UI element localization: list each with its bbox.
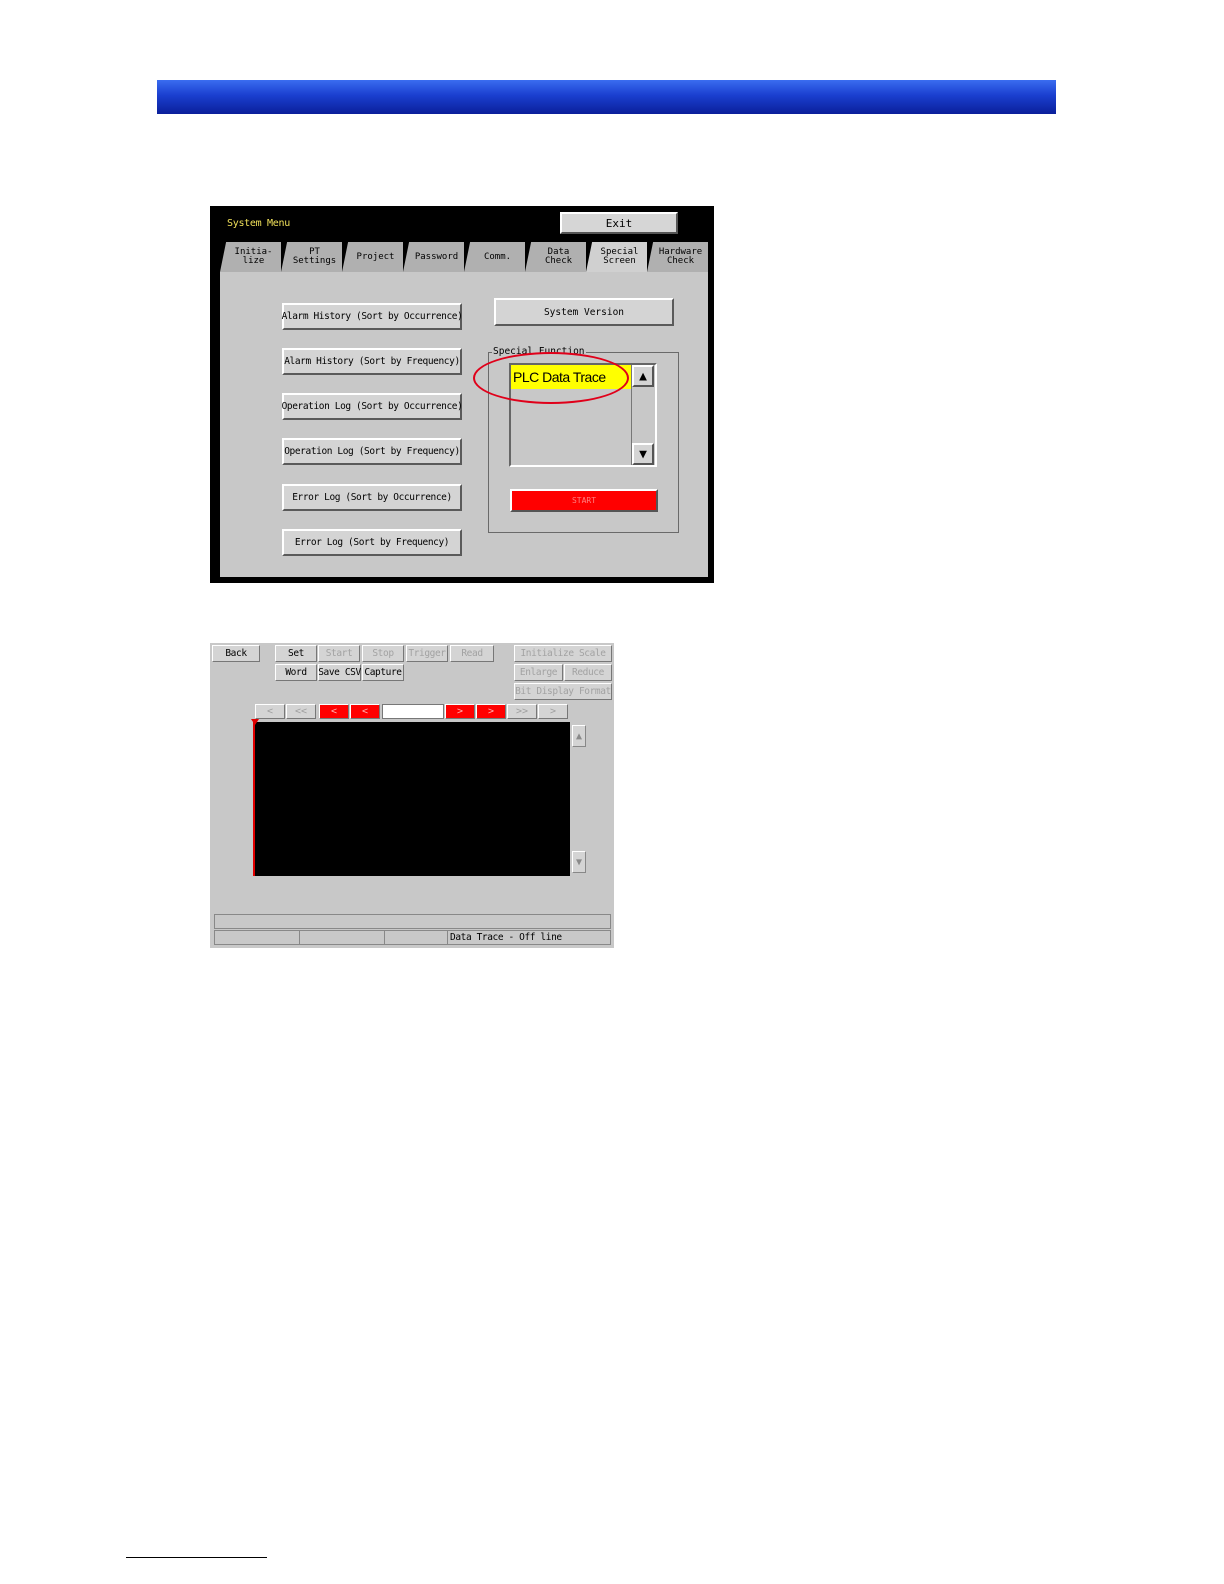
tab-pt-settings[interactable]: PT Settings (281, 242, 342, 272)
status-cell (384, 930, 448, 945)
trace-cursor-icon[interactable] (251, 719, 259, 725)
nav-next-button[interactable]: > (538, 704, 568, 719)
word-button[interactable]: Word (275, 664, 317, 681)
reduce-button[interactable]: Reduce (564, 664, 612, 681)
status-cell (299, 930, 385, 945)
set-button[interactable]: Set (275, 645, 317, 662)
start-trace-button[interactable]: Start (318, 645, 360, 662)
back-button[interactable]: Back (212, 645, 260, 662)
data-trace-screen: Back Set Start Stop Trigger Read Word Sa… (210, 643, 614, 948)
scroll-down-icon[interactable]: ▼ (572, 851, 586, 873)
trace-graph-area[interactable] (253, 722, 570, 876)
tab-special-screen[interactable]: Special Screen (586, 242, 647, 272)
tab-project[interactable]: Project (342, 242, 403, 272)
nav-cursor-left-fast-button[interactable]: < (319, 704, 349, 719)
nav-next-page-button[interactable]: >> (507, 704, 537, 719)
bit-display-format-button[interactable]: Bit Display Format (514, 683, 612, 700)
special-screen-panel: Alarm History (Sort by Occurrence) Alarm… (220, 272, 708, 577)
alarm-history-occurrence-button[interactable]: Alarm History (Sort by Occurrence) (282, 303, 463, 330)
status-text: Data Trace - Off line (447, 930, 611, 945)
system-version-button[interactable]: System Version (494, 298, 674, 326)
scroll-up-icon[interactable]: ▲ (632, 365, 654, 387)
nav-cursor-right-fast-button[interactable]: > (476, 704, 506, 719)
highlight-ellipse (473, 352, 629, 404)
scroll-up-icon[interactable]: ▲ (572, 725, 586, 747)
system-menu-screen: System Menu Exit Initia- lize PT Setting… (210, 206, 714, 583)
stop-button[interactable]: Stop (362, 645, 404, 662)
operation-log-occurrence-button[interactable]: Operation Log (Sort by Occurrence) (282, 393, 463, 420)
status-cell (214, 930, 300, 945)
nav-cursor-right-button[interactable]: > (445, 704, 475, 719)
cursor-position-field[interactable] (382, 704, 444, 719)
nav-prev-button[interactable]: < (255, 704, 285, 719)
start-button[interactable]: START (510, 489, 658, 512)
list-scrollbar[interactable]: ▲ ▼ (631, 365, 655, 465)
header-bar (157, 80, 1056, 114)
tab-bar: Initia- lize PT Settings Project Passwor… (220, 242, 708, 272)
status-bar-top (214, 914, 611, 929)
save-csv-button[interactable]: Save CSV (318, 664, 361, 681)
tab-initialize[interactable]: Initia- lize (220, 242, 281, 272)
tab-hardware-check[interactable]: Hardware Check (647, 242, 708, 272)
error-log-occurrence-button[interactable]: Error Log (Sort by Occurrence) (282, 484, 462, 511)
capture-button[interactable]: Capture (362, 664, 404, 681)
read-button[interactable]: Read (450, 645, 494, 662)
footer-divider (126, 1557, 267, 1558)
enlarge-button[interactable]: Enlarge (514, 664, 563, 681)
tab-data-check[interactable]: Data Check (525, 242, 586, 272)
nav-prev-page-button[interactable]: << (286, 704, 316, 719)
alarm-history-frequency-button[interactable]: Alarm History (Sort by Frequency) (282, 348, 462, 375)
nav-cursor-left-button[interactable]: < (350, 704, 380, 719)
status-bar: Data Trace - Off line (214, 930, 611, 945)
system-menu-title: System Menu (227, 218, 290, 229)
tab-password[interactable]: Password (403, 242, 464, 272)
initialize-scale-button[interactable]: Initialize Scale (514, 645, 612, 662)
scroll-down-icon[interactable]: ▼ (632, 443, 654, 465)
error-log-frequency-button[interactable]: Error Log (Sort by Frequency) (282, 529, 462, 556)
exit-button[interactable]: Exit (560, 212, 678, 234)
operation-log-frequency-button[interactable]: Operation Log (Sort by Frequency) (282, 438, 462, 465)
trigger-button[interactable]: Trigger (406, 645, 448, 662)
tab-comm[interactable]: Comm. (464, 242, 525, 272)
